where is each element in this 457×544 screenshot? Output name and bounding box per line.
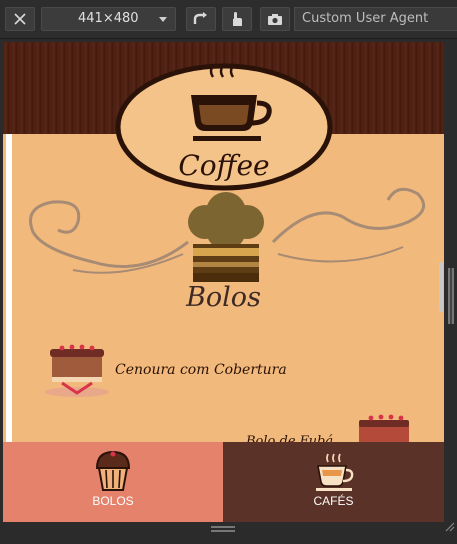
resize-corner-icon[interactable] xyxy=(445,522,455,532)
section-title: Bolos xyxy=(186,282,261,313)
rotate-button[interactable] xyxy=(186,7,216,31)
scrollbar[interactable] xyxy=(439,262,443,312)
touch-icon xyxy=(233,12,242,26)
user-agent-input[interactable]: Custom User Agent xyxy=(294,7,457,31)
logo-text: Coffee xyxy=(178,149,270,182)
muffin-icon xyxy=(95,450,131,491)
resize-handle-bottom[interactable] xyxy=(211,526,235,532)
touch-simulation-button[interactable] xyxy=(222,7,252,31)
close-icon xyxy=(14,13,26,25)
rotate-icon xyxy=(193,12,207,24)
resize-handle-right[interactable] xyxy=(448,268,454,324)
close-button[interactable] xyxy=(5,7,35,31)
bottom-tab-bar: BOLOS CAFÉS xyxy=(3,442,444,522)
tab-label: BOLOS xyxy=(92,494,134,508)
muffin-icon xyxy=(188,192,264,282)
screenshot-button[interactable] xyxy=(260,7,290,31)
responsive-toolbar: 441×480 Custom User Agent xyxy=(0,0,457,39)
coffee-logo: Coffee xyxy=(115,63,333,191)
camera-icon xyxy=(268,13,282,25)
tab-label: CAFÉS xyxy=(313,494,354,508)
tab-bolos[interactable]: BOLOS xyxy=(3,442,223,522)
dimensions-select[interactable]: 441×480 xyxy=(41,7,176,31)
coffee-cup-icon xyxy=(315,453,353,491)
user-agent-value: Custom User Agent xyxy=(302,11,429,26)
chevron-down-icon xyxy=(159,17,167,22)
tab-cafes[interactable]: CAFÉS xyxy=(223,442,444,522)
dimensions-value: 441×480 xyxy=(78,11,139,26)
list-item-label: Cenoura com Cobertura xyxy=(115,362,287,378)
device-viewport: Coffee Bolos Cenoura com Cobertura Bolo … xyxy=(3,42,444,522)
cake-icon xyxy=(45,344,109,397)
